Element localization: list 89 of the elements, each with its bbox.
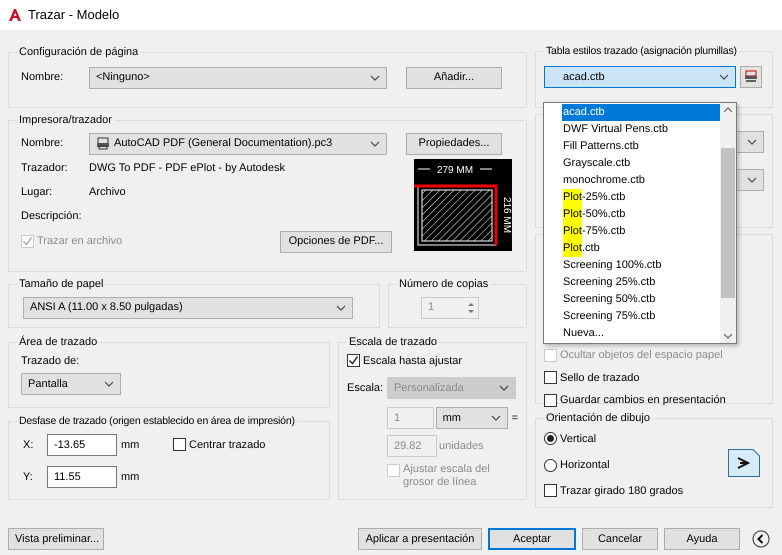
help-button[interactable]: Ayuda xyxy=(664,528,740,550)
dropdown-option[interactable]: Nueva... xyxy=(562,325,720,342)
window-title: Trazar - Modelo xyxy=(28,6,120,24)
input-field[interactable]: -13.65 xyxy=(47,434,117,456)
group-title: Desfase de trazado (origen establecido en área de impresión) xyxy=(18,414,296,429)
dropdown-option[interactable]: monochrome.ctb xyxy=(562,172,720,189)
radio-button[interactable] xyxy=(544,458,557,472)
portrait-page-icon xyxy=(728,448,760,476)
checkbox-label: Escala hasta ajustar xyxy=(363,354,462,368)
field-label: X: xyxy=(22,438,34,452)
checkbox[interactable] xyxy=(544,394,557,407)
chevron-down-icon xyxy=(719,74,729,80)
group-title: Tabla estilos trazado (asignación plumillas) xyxy=(545,44,738,59)
dropdown-option[interactable]: Plot-50%.ctb xyxy=(562,206,720,223)
dropdown-option[interactable]: DWF Virtual Pens.ctb xyxy=(562,121,720,138)
checkbox-label: Guardar cambios en presentación xyxy=(560,393,726,408)
paper-preview-drawing: 279 MM 216 MM xyxy=(414,158,512,250)
dropdown-option[interactable]: Grayscale.ctb xyxy=(562,155,720,172)
checkbox-label: Trazar en archivo xyxy=(37,234,122,250)
dropdown-option[interactable]: Plot-75%.ctb xyxy=(562,223,720,240)
dropdown-option[interactable]: Plot.ctb xyxy=(562,240,720,257)
chevron-down-icon xyxy=(499,385,509,391)
properties-button[interactable]: Propiedades... xyxy=(406,132,502,154)
dropdown[interactable]: <Ninguno> xyxy=(89,66,387,88)
group-title: Orientación de dibujo xyxy=(545,411,651,426)
field-label: Escala: xyxy=(347,380,384,396)
radio-label: Vertical xyxy=(560,432,596,446)
printer-icon xyxy=(96,137,110,150)
field-label: Nombre: xyxy=(20,136,64,152)
app-logo-icon xyxy=(8,8,22,22)
collapse-left-icon[interactable] xyxy=(752,530,770,548)
radio-button[interactable] xyxy=(544,432,557,446)
group-title: Escala de trazado xyxy=(348,335,438,350)
checkbox-label: Ajustar escala del grosor de línea xyxy=(403,463,491,489)
scroll-down-icon[interactable] xyxy=(724,334,732,339)
dropdown[interactable]: AutoCAD PDF (General Documentation).pc3 xyxy=(89,132,387,154)
edit-pen-table-button[interactable] xyxy=(740,66,762,88)
chevron-down-icon xyxy=(370,74,380,80)
chevron-down-icon xyxy=(747,139,757,145)
printer-icon xyxy=(744,70,758,84)
checkbox[interactable] xyxy=(173,438,186,452)
dropdown-option[interactable]: Fill Patterns.ctb xyxy=(562,138,720,155)
dropdown-option[interactable]: Screening 25%.ctb xyxy=(562,274,720,291)
scrollbar[interactable] xyxy=(720,103,736,343)
dropdown-option[interactable]: Screening 100%.ctb xyxy=(562,257,720,274)
dropdown[interactable]: ANSI A (11.00 x 8.50 pulgadas) xyxy=(23,296,353,318)
pen-table-dropdown[interactable]: acad.ctb xyxy=(544,66,736,88)
field-label: Descripción: xyxy=(20,209,82,224)
apply-button[interactable]: Aplicar a presentación xyxy=(358,528,482,550)
preview-button[interactable]: Vista preliminar... xyxy=(8,528,104,550)
scroll-up-icon[interactable] xyxy=(724,107,732,112)
field-label: Trazado de: xyxy=(20,354,80,368)
dropdown-option[interactable]: Screening 50%.ctb xyxy=(562,291,720,308)
group-title: Impresora/trazador xyxy=(18,113,113,128)
checkbox[interactable] xyxy=(544,484,557,498)
unit-label: unidades xyxy=(439,438,484,454)
group-title: Tamaño de papel xyxy=(18,277,104,292)
unit-label: mm xyxy=(121,470,140,484)
pdf-options-button[interactable]: Opciones de PDF... xyxy=(280,230,392,252)
plotter-name: DWG To PDF - PDF ePlot - by Autodesk xyxy=(89,161,286,176)
dropdown-option[interactable]: acad.ctb xyxy=(562,104,720,121)
dropdown-option[interactable]: Screening 75%.ctb xyxy=(562,308,720,325)
radio-label: Horizontal xyxy=(560,458,610,473)
checkbox-label: Trazar girado 180 grados xyxy=(560,484,684,498)
chevron-down-icon xyxy=(336,304,346,310)
checkbox-label: Sello de trazado xyxy=(560,370,640,386)
chevron-down-icon xyxy=(104,381,114,387)
checkbox-label: Centrar trazado xyxy=(189,438,266,452)
ok-button[interactable]: Aceptar xyxy=(488,528,576,550)
field-label: Nombre: xyxy=(20,70,64,86)
dropdown-option[interactable]: Plot-25%.ctb xyxy=(562,189,720,206)
cancel-button[interactable]: Cancelar xyxy=(582,528,658,550)
input-field[interactable]: 11.55 xyxy=(47,466,117,488)
checkbox[interactable] xyxy=(544,371,557,384)
chevron-down-icon xyxy=(490,415,501,421)
unit-label: mm xyxy=(121,438,140,452)
equals-sign: = xyxy=(512,410,518,426)
add-button[interactable]: Añadir... xyxy=(406,66,502,88)
dropdown[interactable]: Pantalla xyxy=(21,373,121,395)
location-value: Archivo xyxy=(89,185,126,200)
group-title: Área de trazado xyxy=(18,334,98,350)
field-label: Y: xyxy=(22,470,34,484)
group-title: Número de copias xyxy=(398,277,490,292)
field-label: Trazador: xyxy=(20,161,69,176)
group-title: Configuración de página xyxy=(18,45,140,60)
checkbox-label: Ocultar objetos del espacio papel xyxy=(560,348,723,363)
chevron-down-icon xyxy=(370,140,380,146)
chevron-down-icon xyxy=(747,177,757,183)
field-label: Lugar: xyxy=(20,185,54,200)
